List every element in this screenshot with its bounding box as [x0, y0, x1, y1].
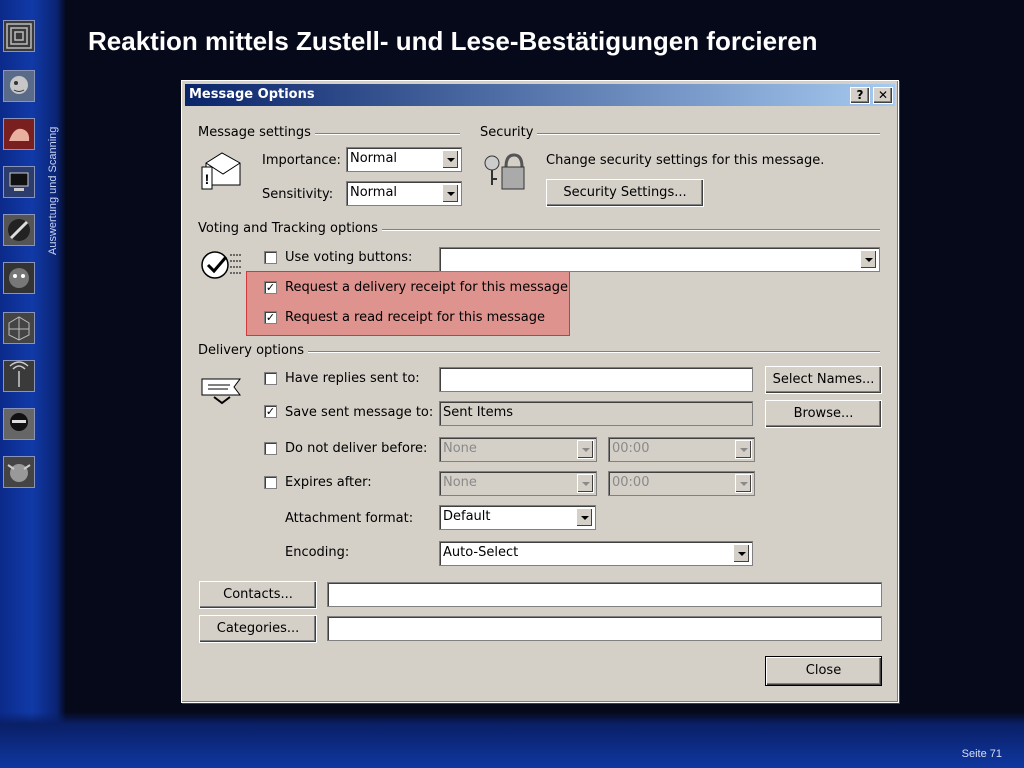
gremlin-icon [3, 456, 35, 488]
not-before-time-value: 00:00 [612, 441, 650, 456]
grid-cube-icon [3, 312, 35, 344]
not-before-time-select[interactable]: 00:00 [608, 437, 755, 462]
help-button[interactable]: ? [850, 87, 870, 104]
expires-checkbox[interactable] [264, 476, 277, 489]
categories-button[interactable]: Categories... [199, 615, 317, 643]
chevron-down-icon[interactable] [577, 474, 594, 493]
page-number: Seite 71 [961, 748, 1002, 760]
slide-title: Reaktion mittels Zustell- und Lese-Bestä… [88, 26, 818, 56]
svg-text:!: ! [205, 171, 210, 187]
expires-label[interactable]: Expires after: [285, 475, 372, 490]
slide-footer [0, 724, 1024, 768]
close-x-button[interactable]: ✕ [873, 87, 893, 104]
security-description: Change security settings for this messag… [546, 153, 825, 168]
select-names-button[interactable]: Select Names... [765, 366, 882, 394]
voting-icon [201, 251, 242, 279]
sidebar-caption: Auswertung und Scanning [47, 126, 59, 255]
close-button[interactable]: Close [765, 656, 882, 686]
security-label: Security [480, 125, 538, 140]
save-sent-folder-field[interactable]: Sent Items [439, 401, 753, 426]
dialog-titlebar[interactable]: Message Options ? ✕ [185, 84, 895, 106]
envelope-icon: ! [201, 152, 241, 190]
importance-value: Normal [350, 151, 398, 166]
attachment-format-label: Attachment format: [285, 511, 414, 526]
chevron-down-icon[interactable] [860, 250, 877, 269]
attachment-format-select[interactable]: Default [439, 505, 596, 530]
chevron-down-icon[interactable] [442, 184, 459, 203]
expires-time-value: 00:00 [612, 475, 650, 490]
not-before-label[interactable]: Do not deliver before: [285, 441, 427, 456]
delivery-options-label: Delivery options [198, 343, 308, 358]
save-sent-checkbox[interactable]: ✓ [264, 405, 277, 418]
attachment-format-value: Default [443, 509, 491, 524]
categories-input[interactable] [327, 616, 882, 641]
browse-button[interactable]: Browse... [765, 400, 882, 428]
delivery-receipt-label[interactable]: Request a delivery receipt for this mess… [285, 280, 568, 295]
lock-icon [484, 153, 525, 190]
creature-icon [3, 262, 35, 294]
message-options-dialog: Message Options ? ✕ Message settings ! I… [181, 80, 899, 703]
have-replies-checkbox[interactable] [264, 372, 277, 385]
replies-to-input[interactable] [439, 367, 753, 392]
not-before-date-select[interactable]: None [439, 437, 597, 462]
delivery-receipt-checkbox[interactable]: ✓ [264, 281, 277, 294]
sensitivity-select[interactable]: Normal [346, 181, 462, 206]
slide-sidebar-edge [58, 0, 66, 768]
delivery-truck-icon [201, 378, 241, 405]
read-receipt-label[interactable]: Request a read receipt for this message [285, 310, 545, 325]
expires-time-select[interactable]: 00:00 [608, 471, 755, 496]
chevron-down-icon[interactable] [576, 508, 593, 527]
voting-tracking-label: Voting and Tracking options [198, 221, 382, 236]
importance-label: Importance: [262, 153, 341, 168]
use-voting-checkbox[interactable] [264, 251, 277, 264]
slide-footer-fade [0, 712, 1024, 724]
message-settings-label: Message settings [198, 125, 315, 140]
save-sent-folder-value: Sent Items [443, 405, 514, 420]
encoding-label: Encoding: [285, 545, 350, 560]
hand-icon [3, 118, 35, 150]
computer-icon [3, 166, 35, 198]
encoding-select[interactable]: Auto-Select [439, 541, 753, 566]
chevron-down-icon[interactable] [735, 440, 752, 459]
security-divider [480, 133, 880, 135]
masked-person-icon [3, 408, 35, 440]
contacts-button[interactable]: Contacts... [199, 581, 317, 609]
chevron-down-icon[interactable] [735, 474, 752, 493]
signal-icon [3, 360, 35, 392]
have-replies-label[interactable]: Have replies sent to: [285, 371, 420, 386]
save-sent-label[interactable]: Save sent message to: [285, 405, 433, 420]
importance-select[interactable]: Normal [346, 147, 462, 172]
circuit-icon [3, 20, 35, 52]
chevron-down-icon[interactable] [442, 150, 459, 169]
security-settings-button[interactable]: Security Settings... [546, 179, 704, 207]
chevron-down-icon[interactable] [577, 440, 594, 459]
sensitivity-value: Normal [350, 185, 398, 200]
dialog-title: Message Options [189, 87, 315, 102]
not-before-checkbox[interactable] [264, 442, 277, 455]
read-receipt-checkbox[interactable]: ✓ [264, 311, 277, 324]
tools-icon [3, 214, 35, 246]
expires-date-value: None [443, 475, 477, 490]
encoding-value: Auto-Select [443, 545, 519, 560]
face-icon [3, 70, 35, 102]
expires-date-select[interactable]: None [439, 471, 597, 496]
sensitivity-label: Sensitivity: [262, 187, 334, 202]
voting-buttons-select[interactable] [439, 247, 880, 272]
not-before-date-value: None [443, 441, 477, 456]
contacts-input[interactable] [327, 582, 882, 607]
chevron-down-icon[interactable] [733, 544, 750, 563]
use-voting-label[interactable]: Use voting buttons: [285, 250, 412, 265]
